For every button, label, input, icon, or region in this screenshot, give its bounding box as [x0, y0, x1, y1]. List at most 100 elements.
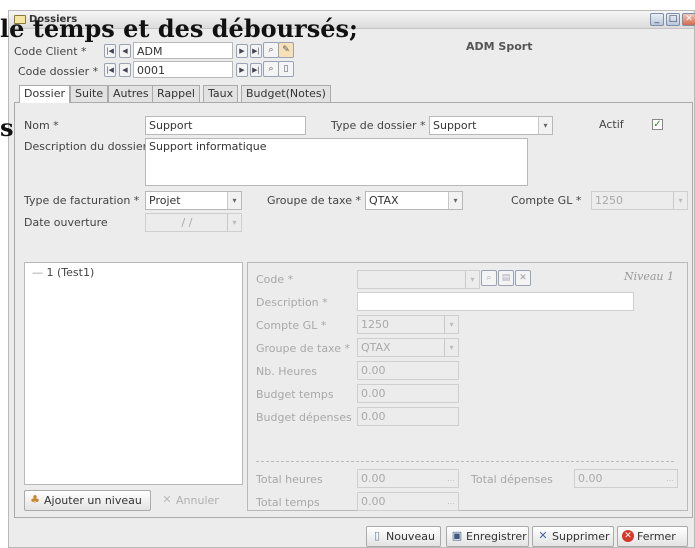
niveau-tree[interactable]: — 1 (Test1) [24, 262, 243, 485]
chevron-down-icon[interactable]: ▾ [227, 214, 241, 231]
chevron-down-icon: ▾ [673, 192, 687, 209]
next-dossier-button[interactable]: ▶ [236, 63, 248, 77]
tab-taux[interactable]: Taux [203, 85, 239, 102]
delete-icon: ✕ [538, 529, 548, 542]
tree-connector: — [32, 266, 47, 279]
tab-suite[interactable]: Suite [70, 85, 109, 102]
total-temps-value: 0.00 [361, 495, 386, 508]
supprimer-button[interactable]: ✕ Supprimer [532, 526, 614, 547]
groupe-taxe-select[interactable]: QTAX ▾ [365, 191, 463, 210]
tab-autres[interactable]: Autres [108, 85, 154, 102]
prev-client-button[interactable]: ◀ [119, 44, 131, 58]
delete-icon[interactable]: ✕ [515, 270, 531, 286]
nb-heures-field: 0.00 [357, 361, 459, 380]
annuler-button[interactable]: ✕ Annuler [156, 490, 242, 511]
budget-depenses-label: Budget dépenses [256, 411, 352, 424]
annuler-label: Annuler [176, 494, 219, 507]
cancel-icon: ✕ [162, 493, 172, 506]
client-code-field[interactable]: ADM [133, 42, 233, 59]
chevron-down-icon: ▾ [444, 316, 458, 333]
ellipsis-icon: … [447, 474, 455, 483]
enregistrer-label: Enregistrer [466, 530, 527, 543]
chevron-down-icon[interactable]: ▾ [227, 192, 241, 209]
close-window-button[interactable]: ✕ [682, 13, 695, 26]
nouveau-button[interactable]: ▯ Nouveau [366, 526, 441, 547]
chevron-down-icon[interactable]: ▾ [538, 117, 552, 134]
enregistrer-button[interactable]: ▣ Enregistrer [446, 526, 529, 547]
compte-gl-select: 1250 ▾ [591, 191, 688, 210]
tree-item-label: 1 (Test1) [46, 266, 95, 279]
ellipsis-icon: … [447, 497, 455, 506]
type-dossier-value: Support [433, 119, 477, 132]
niveau-compte-gl-select: 1250 ▾ [357, 315, 459, 334]
total-heures-value: 0.00 [361, 472, 386, 485]
total-depenses-label: Total dépenses [471, 473, 553, 486]
date-ouverture-label: Date ouverture [24, 216, 108, 229]
date-ouverture-value: / / [181, 216, 193, 229]
total-heures-field: 0.00 … [357, 469, 459, 488]
nouveau-label: Nouveau [386, 530, 435, 543]
nb-heures-label: Nb. Heures [256, 365, 317, 378]
compte-gl-value: 1250 [595, 194, 623, 207]
nom-label: Nom * [24, 119, 59, 132]
search-client-icon[interactable]: ⌕ [263, 42, 279, 58]
niveau-title: Niveau 1 [624, 270, 675, 283]
compte-gl-label: Compte GL * [511, 194, 582, 207]
niveau-code-label: Code * [256, 273, 294, 286]
search-dossier-icon[interactable]: ⌕ [263, 61, 279, 77]
niveau-description-label: Description * [256, 296, 328, 309]
totals-divider [256, 461, 674, 462]
groupe-taxe-label: Groupe de taxe * [267, 194, 361, 207]
type-facturation-select[interactable]: Projet ▾ [145, 191, 242, 210]
minimize-button[interactable]: _ [650, 13, 664, 26]
tree-item[interactable]: — 1 (Test1) [32, 266, 94, 279]
tab-budget-notes[interactable]: Budget(Notes) [241, 85, 331, 102]
niveau-groupe-taxe-label: Groupe de taxe * [256, 342, 350, 355]
prev-dossier-button[interactable]: ◀ [119, 63, 131, 77]
copy-dossier-icon[interactable]: ▯ [278, 61, 294, 77]
close-icon: ✕ [622, 530, 634, 542]
actif-checkbox[interactable]: ✓ [652, 119, 663, 130]
nom-field[interactable]: Support [145, 116, 306, 135]
type-dossier-label: Type de dossier * [331, 119, 426, 132]
supprimer-label: Supprimer [552, 530, 610, 543]
last-client-button[interactable]: ▶| [250, 44, 262, 58]
niveau-groupe-taxe-select: QTAX ▾ [357, 338, 459, 357]
document-icon[interactable]: ▤ [498, 270, 514, 286]
maximize-button[interactable]: □ [666, 13, 680, 26]
description-dossier-field[interactable]: Support informatique [145, 138, 528, 186]
groupe-taxe-value: QTAX [369, 194, 399, 207]
niveau-compte-gl-label: Compte GL * [256, 319, 327, 332]
budget-temps-label: Budget temps [256, 388, 334, 401]
next-client-button[interactable]: ▶ [236, 44, 248, 58]
total-heures-label: Total heures [256, 473, 323, 486]
type-facturation-label: Type de facturation * [24, 194, 140, 207]
niveau-compte-gl-value: 1250 [361, 318, 389, 331]
overlay-text-line1: le temps et des déboursés; [0, 14, 358, 43]
actif-label: Actif [599, 118, 624, 131]
search-icon[interactable]: ⌕ [481, 270, 497, 286]
niveau-description-field[interactable] [357, 292, 634, 311]
niveau-code-field[interactable]: ▾ [357, 270, 480, 289]
first-dossier-button[interactable]: |◀ [104, 63, 116, 77]
ajouter-niveau-label: Ajouter un niveau [44, 494, 142, 507]
tab-dossier[interactable]: Dossier [19, 85, 71, 103]
dossier-code-label: Code dossier * [18, 65, 99, 78]
fermer-button[interactable]: ✕ Fermer [617, 526, 688, 547]
description-dossier-label: Description du dossier [24, 140, 148, 153]
total-temps-label: Total temps [256, 496, 320, 509]
save-icon: ▣ [451, 529, 463, 542]
tab-rappel[interactable]: Rappel [152, 85, 200, 102]
fermer-label: Fermer [637, 530, 676, 543]
date-ouverture-field[interactable]: / / ▾ [145, 213, 242, 232]
type-dossier-select[interactable]: Support ▾ [429, 116, 553, 135]
last-dossier-button[interactable]: ▶| [250, 63, 262, 77]
new-client-icon[interactable]: ✎ [278, 42, 294, 58]
dossier-code-field[interactable]: 0001 [133, 61, 233, 78]
new-document-icon: ▯ [373, 529, 381, 542]
first-client-button[interactable]: |◀ [104, 44, 116, 58]
client-name: ADM Sport [466, 40, 533, 53]
chevron-down-icon[interactable]: ▾ [465, 271, 479, 288]
chevron-down-icon[interactable]: ▾ [448, 192, 462, 209]
ajouter-niveau-button[interactable]: ♣ Ajouter un niveau [24, 490, 151, 511]
